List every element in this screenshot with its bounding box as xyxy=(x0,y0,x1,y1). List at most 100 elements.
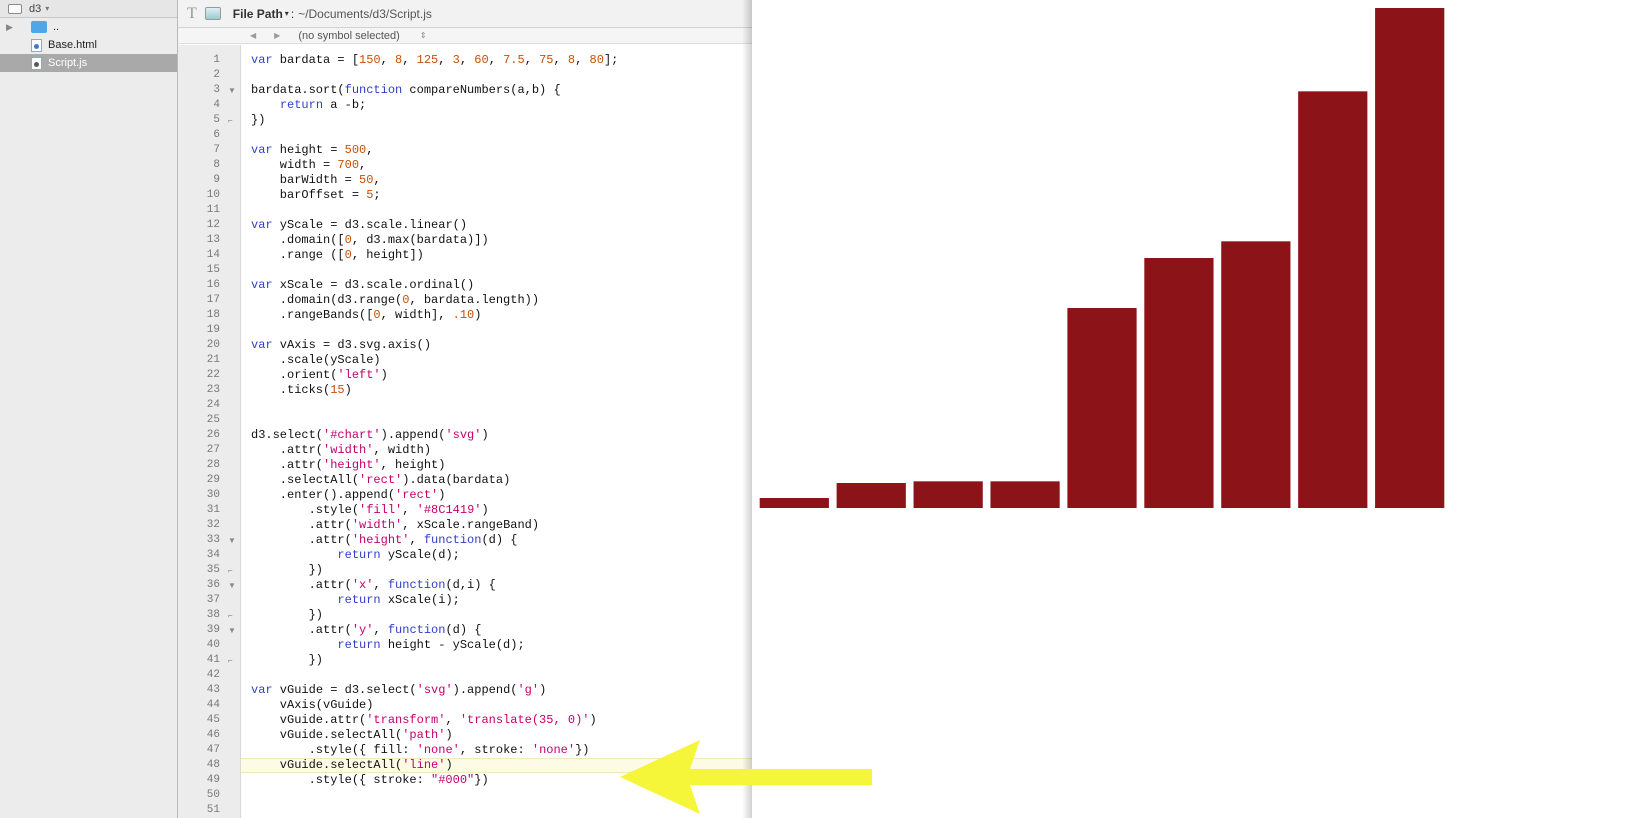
code-line[interactable]: }) xyxy=(251,608,323,623)
code-line[interactable]: var yScale = d3.scale.linear() xyxy=(251,218,467,233)
code-line[interactable]: .range ([0, height]) xyxy=(251,248,424,263)
text-format-icon[interactable]: T xyxy=(187,5,197,23)
code-line[interactable]: var height = 500, xyxy=(251,143,373,158)
fold-open-icon[interactable]: ▼ xyxy=(228,623,236,638)
line-number: 1 xyxy=(213,54,220,66)
code-line[interactable]: .ticks(15) xyxy=(251,383,352,398)
code-line[interactable]: var bardata = [150, 8, 125, 3, 60, 7.5, … xyxy=(251,53,618,68)
code-line[interactable]: .attr('x', function(d,i) { xyxy=(251,578,496,593)
tree-item-base-html[interactable]: Base.html xyxy=(0,36,177,54)
line-number: 45 xyxy=(206,714,220,726)
line-number: 7 xyxy=(213,144,220,156)
code-line[interactable]: return yScale(d); xyxy=(251,548,459,563)
tree-item-parent-folder[interactable]: ▶ .. xyxy=(0,18,177,36)
code-line[interactable]: bardata.sort(function compareNumbers(a,b… xyxy=(251,83,561,98)
code-line[interactable]: .style({ stroke: "#000"}) xyxy=(251,773,489,788)
code-line[interactable]: var vGuide = d3.select('svg').append('g'… xyxy=(251,683,546,698)
line-number: 30 xyxy=(206,489,220,501)
y-tick-label: 0 xyxy=(771,1,779,17)
fold-open-icon[interactable]: ▼ xyxy=(228,578,236,593)
line-number: 41 xyxy=(206,654,220,666)
fold-end-icon: ⌐ xyxy=(228,566,233,575)
fold-end-icon: ⌐ xyxy=(228,656,233,665)
code-line[interactable]: width = 700, xyxy=(251,158,366,173)
fold-end-icon: ⌐ xyxy=(228,611,233,620)
line-number: 15 xyxy=(206,264,220,276)
y-tick-label: 100 xyxy=(756,334,779,350)
code-line[interactable]: .selectAll('rect').data(bardata) xyxy=(251,473,510,488)
line-number: 5 xyxy=(213,114,220,126)
line-number: 23 xyxy=(206,384,220,396)
line-number: 16 xyxy=(206,279,220,291)
y-tick-label: 50 xyxy=(763,167,778,183)
line-number: 37 xyxy=(206,594,220,606)
line-number: 2 xyxy=(213,69,220,81)
back-arrow-icon[interactable]: ◀ xyxy=(250,31,256,40)
chevron-down-icon[interactable]: ▾ xyxy=(285,9,289,18)
code-line[interactable]: }) xyxy=(251,113,265,128)
code-line[interactable]: .attr('y', function(d) { xyxy=(251,623,482,638)
code-line[interactable]: vGuide.selectAll('line') xyxy=(251,758,453,773)
code-line[interactable]: .domain([0, d3.max(bardata)]) xyxy=(251,233,489,248)
line-number-gutter: 1 2 3 4 5 6 7 8 9 10 11 12 13 14 15 16 17 18 19 20 21 22 23 24 2… xyxy=(178,45,241,818)
bar xyxy=(1144,258,1214,508)
code-line[interactable]: .style({ fill: 'none', stroke: 'none'}) xyxy=(251,743,590,758)
code-line[interactable]: .attr('width', width) xyxy=(251,443,431,458)
code-line[interactable]: return a -b; xyxy=(251,98,366,113)
bar xyxy=(1298,91,1368,508)
image-icon[interactable] xyxy=(204,7,221,20)
code-line[interactable]: vGuide.selectAll('path') xyxy=(251,728,453,743)
project-selector[interactable]: d3 ▾ xyxy=(0,0,177,18)
line-number: 28 xyxy=(206,459,220,471)
code-line[interactable]: .orient('left') xyxy=(251,368,388,383)
code-line[interactable]: barWidth = 50, xyxy=(251,173,381,188)
fold-end-icon: ⌐ xyxy=(228,116,233,125)
code-line[interactable]: }) xyxy=(251,653,323,668)
code-line[interactable]: .style('fill', '#8C1419') xyxy=(251,503,489,518)
code-line[interactable]: .attr('height', height) xyxy=(251,458,446,473)
forward-arrow-icon[interactable]: ▶ xyxy=(274,31,280,40)
code-editor: T File Path ▾ : ~/Documents/d3/Script.js… xyxy=(178,0,752,818)
project-sidebar: d3 ▾ ▶ .. Base.html Script.js xyxy=(0,0,178,818)
file-path-value: ~/Documents/d3/Script.js xyxy=(298,6,432,21)
code-line[interactable]: var vAxis = d3.svg.axis() xyxy=(251,338,431,353)
code-line[interactable]: .rangeBands([0, width], .10) xyxy=(251,308,482,323)
code-line[interactable]: vGuide.attr('transform', 'translate(35, … xyxy=(251,713,597,728)
code-line[interactable]: return xScale(i); xyxy=(251,593,459,608)
code-line[interactable]: return height - yScale(d); xyxy=(251,638,524,653)
code-line[interactable]: .attr('width', xScale.rangeBand) xyxy=(251,518,539,533)
symbol-popup[interactable]: (no symbol selected) xyxy=(298,30,400,42)
line-number: 26 xyxy=(206,429,220,441)
code-line[interactable]: }) xyxy=(251,563,323,578)
tree-item-script-js[interactable]: Script.js xyxy=(0,54,177,72)
y-tick-label: 10 xyxy=(763,34,778,50)
updown-chevron-icon[interactable]: ⇕ xyxy=(420,31,427,40)
line-number: 9 xyxy=(213,174,220,186)
js-file-icon xyxy=(31,56,42,70)
code-line[interactable]: d3.select('#chart').append('svg') xyxy=(251,428,489,443)
y-tick-label: 90 xyxy=(763,301,778,317)
code-line[interactable]: .domain(d3.range(0, bardata.length)) xyxy=(251,293,539,308)
y-tick-label: 110 xyxy=(756,367,778,383)
disclosure-triangle-icon[interactable]: ▶ xyxy=(6,22,16,33)
line-number: 49 xyxy=(206,774,220,786)
line-number: 46 xyxy=(206,729,220,741)
line-number: 21 xyxy=(206,354,220,366)
y-tick-label: 40 xyxy=(763,134,778,150)
fold-open-icon[interactable]: ▼ xyxy=(228,533,236,548)
fold-open-icon[interactable]: ▼ xyxy=(228,83,236,98)
folder-icon xyxy=(31,21,47,33)
code-line[interactable]: .enter().append('rect') xyxy=(251,488,446,503)
line-number: 42 xyxy=(206,669,220,681)
line-number: 19 xyxy=(206,324,220,336)
file-path-menu[interactable]: File Path xyxy=(233,7,283,21)
code-line[interactable]: vAxis(vGuide) xyxy=(251,698,374,713)
code-line[interactable]: barOffset = 5; xyxy=(251,188,381,203)
y-tick-label: 60 xyxy=(763,201,778,217)
code-line[interactable]: .scale(yScale) xyxy=(251,353,381,368)
code-line[interactable]: .attr('height', function(d) { xyxy=(251,533,518,548)
line-number: 22 xyxy=(206,369,220,381)
y-tick-label: 120 xyxy=(756,401,779,417)
code-line[interactable]: var xScale = d3.scale.ordinal() xyxy=(251,278,474,293)
line-number: 24 xyxy=(206,399,220,411)
